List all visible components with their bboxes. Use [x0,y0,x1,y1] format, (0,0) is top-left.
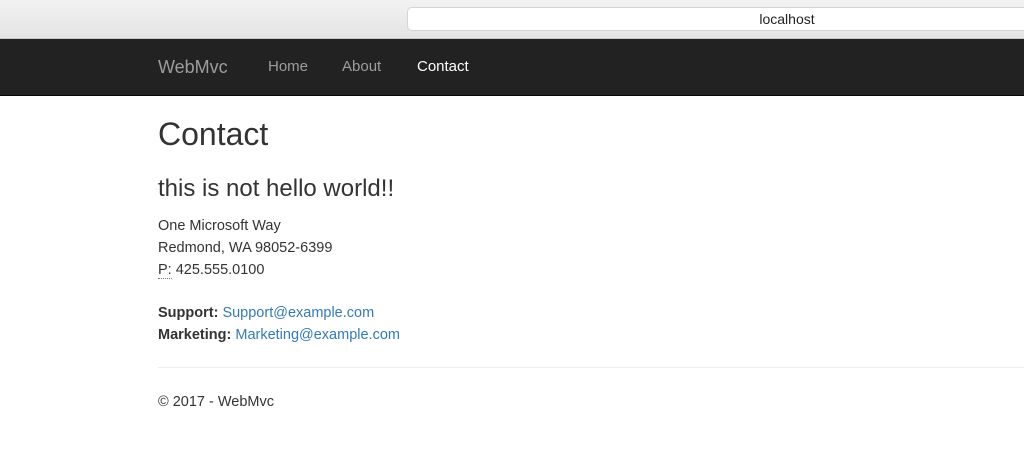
marketing-line: Marketing: Marketing@example.com [158,324,400,346]
marketing-email-link[interactable]: Marketing@example.com [235,327,400,343]
navbar: WebMvc Home About Contact [0,39,1024,96]
address-block: One Microsoft Way Redmond, WA 98052-6399… [158,215,332,281]
brand-link[interactable]: WebMvc [158,57,228,77]
phone-abbr: P: [158,262,172,279]
address-line-1: One Microsoft Way [158,218,281,234]
email-block: Support: Support@example.com Marketing: … [158,302,400,346]
address-bar[interactable]: localhost [407,7,1024,31]
page-subtitle: this is not hello world!! [158,175,395,202]
marketing-label: Marketing: [158,327,232,343]
address-line-2: Redmond, WA 98052-6399 [158,240,333,256]
support-label: Support: [158,305,219,321]
nav-link-home[interactable]: Home [268,58,308,76]
support-line: Support: Support@example.com [158,302,400,324]
page-title: Contact [158,116,269,152]
support-email-link[interactable]: Support@example.com [222,305,374,321]
address-text: localhost [759,11,815,27]
footer-copyright: © 2017 - WebMvc [158,394,274,410]
footer-divider [158,367,1024,368]
phone-number: 425.555.0100 [175,262,265,278]
phone-line: P: 425.555.0100 [158,259,332,281]
nav-link-contact[interactable]: Contact [417,58,469,76]
nav-link-about[interactable]: About [342,58,381,76]
browser-toolbar: localhost [0,0,1024,39]
